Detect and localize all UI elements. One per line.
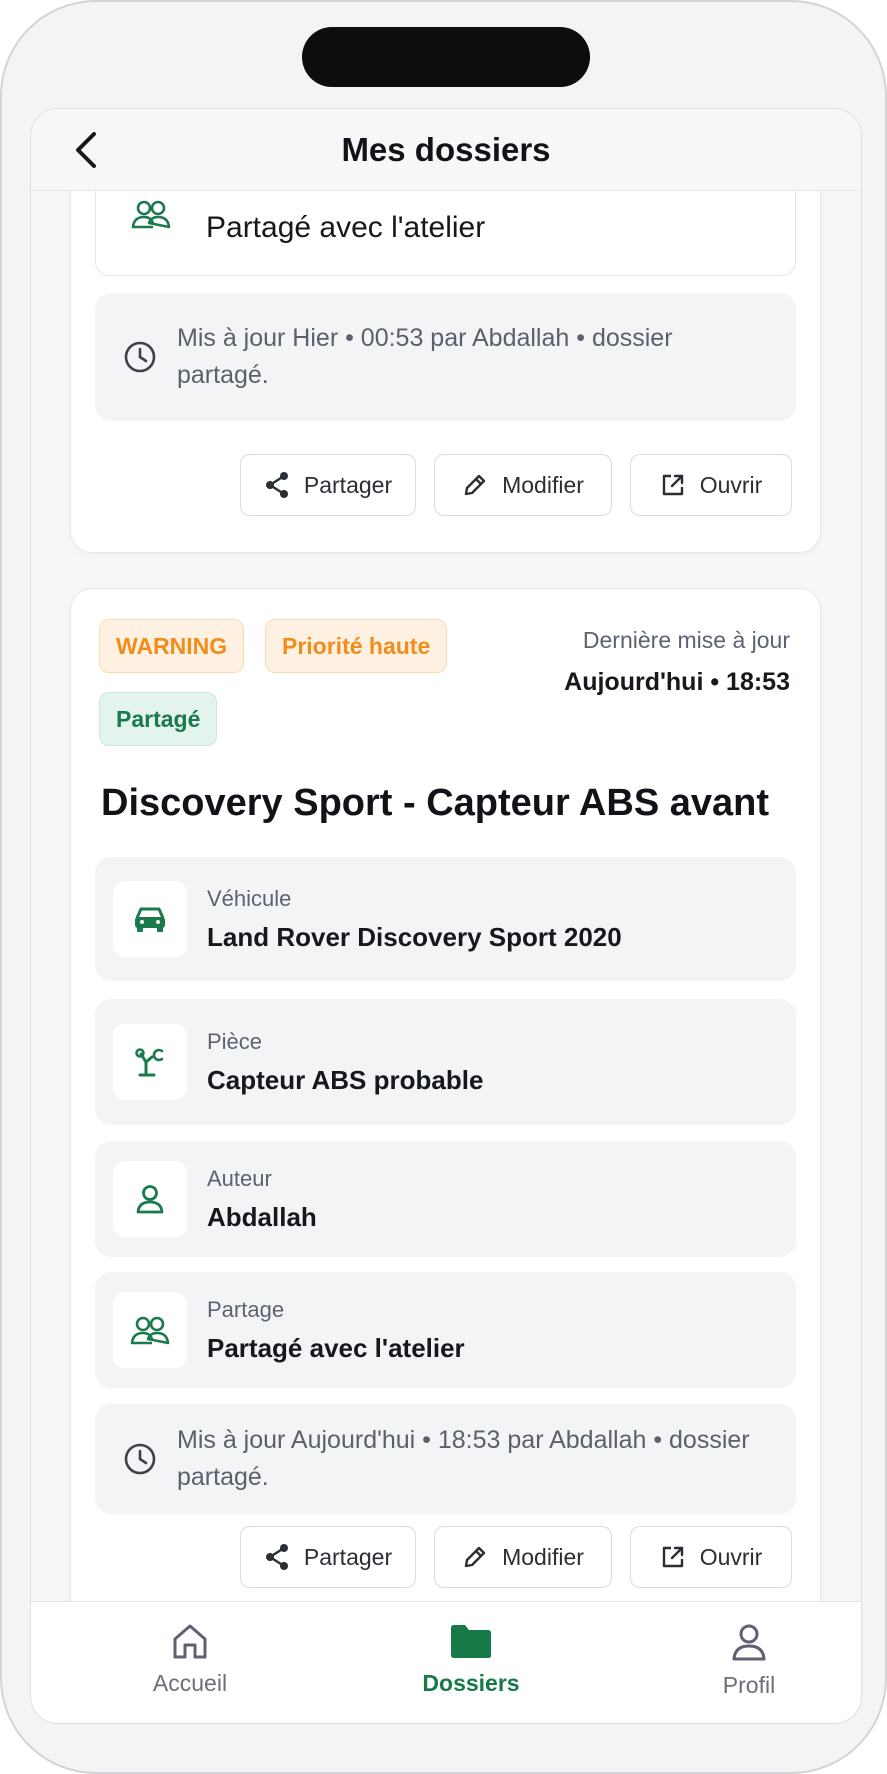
back-button[interactable] [61, 125, 111, 175]
dossier-card: Partagé avec l'atelier Mis à jour Hier •… [70, 191, 821, 553]
dossier-card: WARNING Priorité haute Partagé Dernière … [70, 588, 821, 1603]
users-icon [114, 191, 188, 252]
detail-label: Auteur [207, 1165, 272, 1191]
update-info: Mis à jour Hier • 00:53 par Abdallah • d… [95, 293, 796, 421]
nav-label: Profil [722, 1672, 776, 1698]
edit-button[interactable]: Modifier [434, 1526, 612, 1588]
open-label: Ouvrir [699, 471, 763, 498]
dossier-list[interactable]: Partagé avec l'atelier Mis à jour Hier •… [31, 191, 861, 1603]
sharing-value: Partagé avec l'atelier [206, 210, 486, 244]
bottom-navigation: Accueil Dossiers Profil [31, 1601, 861, 1723]
nav-item-dossiers[interactable]: Dossiers [401, 1622, 541, 1697]
last-update-value: Aujourd'hui • 18:53 [564, 668, 790, 696]
detail-part: Pièce Capteur ABS probable [95, 999, 796, 1125]
folder-icon [451, 1625, 491, 1658]
part-icon [113, 1024, 187, 1100]
nav-label: Dossiers [422, 1670, 520, 1696]
share-label: Partager [303, 471, 393, 498]
edit-button[interactable]: Modifier [434, 454, 612, 516]
dynamic-island [302, 27, 590, 87]
detail-sharing: Partage Partagé avec l'atelier [95, 1272, 796, 1388]
shared-badge: Partagé [99, 692, 218, 746]
detail-value: Partagé avec l'atelier [207, 1332, 465, 1363]
car-icon [113, 881, 187, 957]
nav-label: Accueil [152, 1670, 228, 1696]
detail-author: Auteur Abdallah [95, 1141, 796, 1257]
pencil-icon [464, 474, 486, 496]
profile-icon [732, 1624, 766, 1661]
severity-badge: WARNING [99, 619, 245, 673]
page-title: Mes dossiers [341, 130, 551, 168]
detail-label: Véhicule [207, 885, 292, 911]
dossier-title: Discovery Sport - Capteur ABS avant [101, 782, 769, 824]
chevron-left-icon [76, 132, 96, 168]
detail-label: Pièce [207, 1028, 263, 1054]
detail-value: Abdallah [207, 1201, 317, 1232]
external-link-icon [662, 474, 683, 496]
home-icon [173, 1624, 207, 1659]
last-update-label: Dernière mise à jour [582, 627, 790, 653]
top-bar: Mes dossiers [31, 109, 861, 191]
detail-label: Partage [207, 1296, 285, 1322]
edit-label: Modifier [502, 471, 584, 498]
detail-value: Capteur ABS probable [207, 1064, 484, 1095]
card-actions: Partager Modifier Ouvrir [240, 1526, 792, 1588]
share-button[interactable]: Partager [240, 1526, 416, 1588]
open-label: Ouvrir [699, 1543, 763, 1570]
share-label: Partager [303, 1543, 393, 1570]
detail-value: Land Rover Discovery Sport 2020 [207, 921, 622, 952]
open-button[interactable]: Ouvrir [630, 454, 792, 516]
clock-icon [123, 340, 157, 374]
external-link-icon [662, 1546, 683, 1568]
user-icon [113, 1161, 187, 1237]
open-button[interactable]: Ouvrir [630, 1526, 792, 1588]
last-update: Dernière mise à jour Aujourd'hui • 18:53 [564, 627, 790, 697]
pencil-icon [464, 1546, 486, 1568]
share-icon [265, 472, 288, 498]
share-icon [265, 1544, 288, 1570]
share-button[interactable]: Partager [240, 454, 416, 516]
update-info: Mis à jour Aujourd'hui • 18:53 par Abdal… [95, 1404, 796, 1514]
app-screen: Mes dossiers Partagé avec l'atelier Mis … [30, 108, 862, 1724]
nav-item-profil[interactable]: Profil [679, 1622, 819, 1699]
users-icon [113, 1292, 187, 1368]
clock-icon [123, 1442, 157, 1476]
phone-frame: Mes dossiers Partagé avec l'atelier Mis … [0, 0, 887, 1774]
nav-item-accueil[interactable]: Accueil [120, 1622, 260, 1697]
sharing-row: Partagé avec l'atelier [95, 191, 796, 276]
detail-vehicle: Véhicule Land Rover Discovery Sport 2020 [95, 857, 796, 981]
update-text: Mis à jour Aujourd'hui • 18:53 par Abdal… [177, 1426, 750, 1491]
card-actions: Partager Modifier Ouvrir [240, 454, 792, 516]
update-text: Mis à jour Hier • 00:53 par Abdallah • d… [177, 324, 673, 389]
edit-label: Modifier [502, 1543, 584, 1570]
priority-badge: Priorité haute [265, 619, 448, 673]
